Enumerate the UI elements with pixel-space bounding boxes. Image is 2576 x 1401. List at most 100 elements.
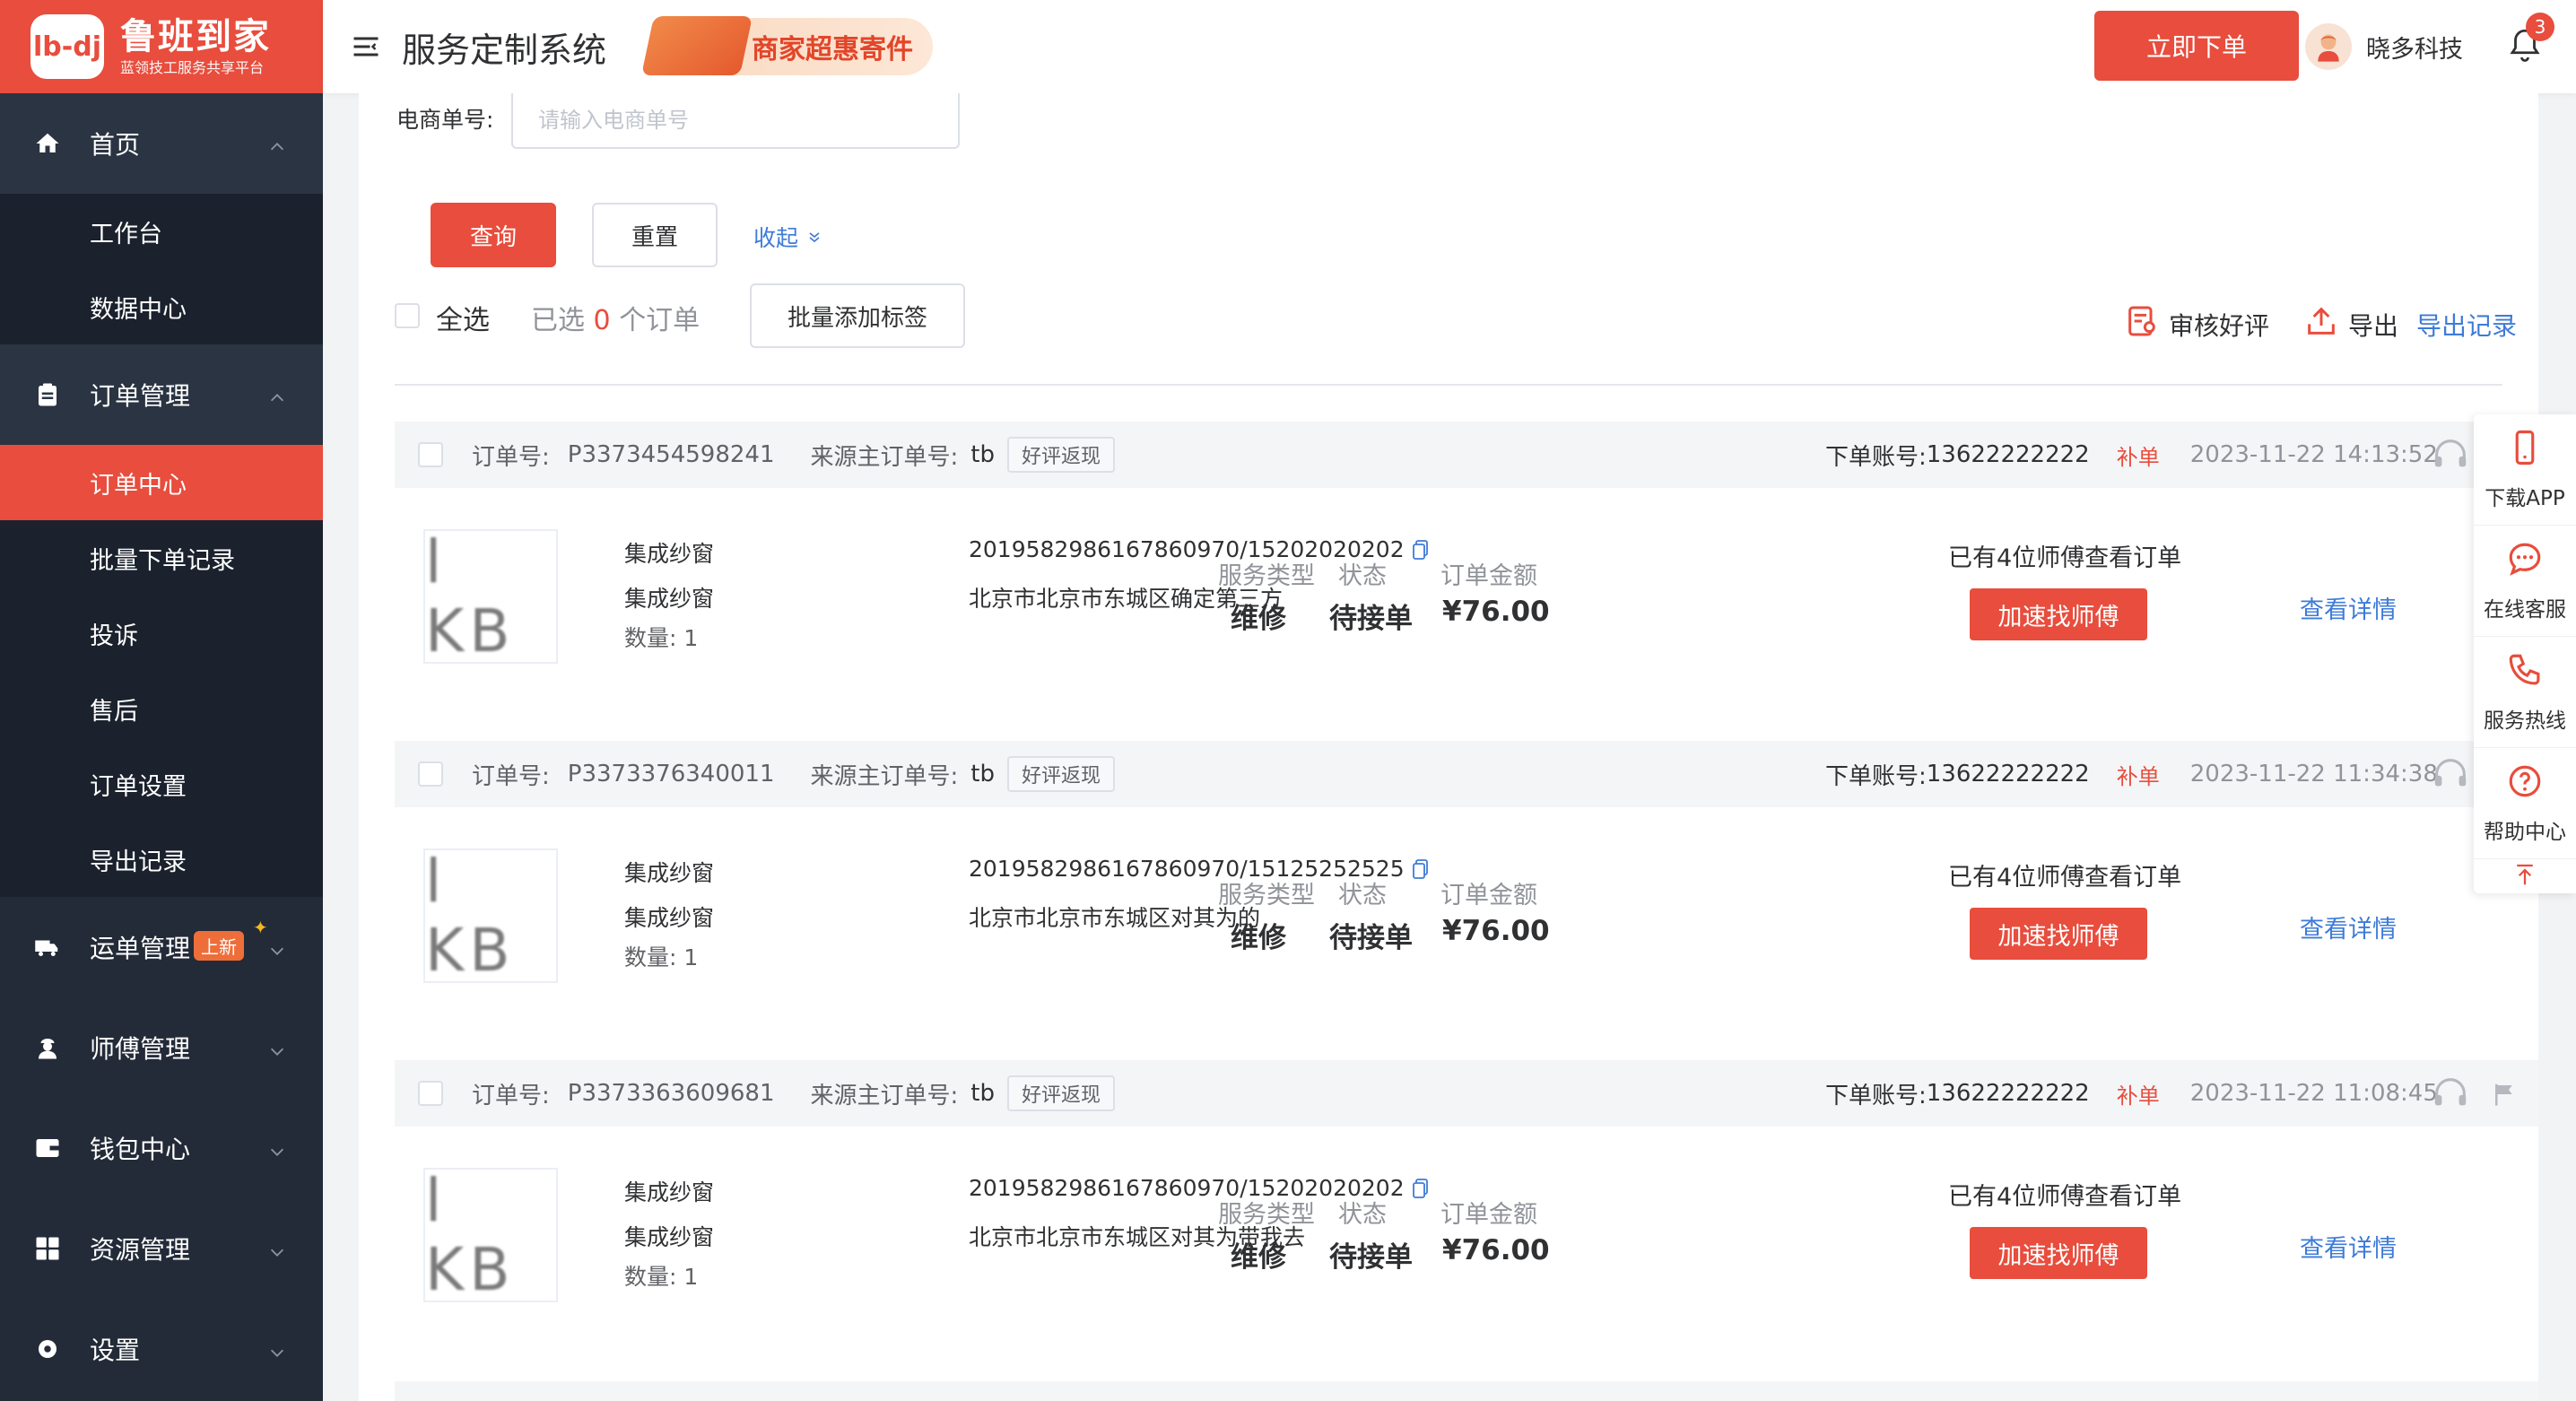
product-thumbnail[interactable]: l KB: [423, 848, 558, 983]
selected-suffix: 个订单: [619, 305, 701, 336]
menu-icon[interactable]: [350, 30, 382, 63]
brand-logo[interactable]: lb-dj 鲁班到家 蓝领技工服务共享平台: [0, 0, 323, 93]
copy-icon[interactable]: [1412, 858, 1430, 880]
headset-icon[interactable]: [2428, 1073, 2473, 1114]
order-tag: 好评返现: [1006, 1075, 1115, 1111]
help-icon: [2506, 762, 2544, 805]
arrow-up-icon: [2511, 861, 2538, 892]
order-body: l KB 集成纱窗 集成纱窗 数量: 1 2019582986167860970…: [395, 488, 2538, 741]
clipboard-icon: [34, 381, 61, 408]
order-body: l KB 集成纱窗 集成纱窗 数量: 1 2019582986167860970…: [395, 1127, 2538, 1379]
export-records-link[interactable]: 导出记录: [2416, 307, 2517, 343]
user-name: 晓多科技: [2366, 35, 2463, 64]
masters-viewed-note: 已有4位师傅查看订单: [1948, 544, 2182, 572]
export-button[interactable]: 导出 导出记录: [2303, 303, 2517, 345]
copy-icon[interactable]: [1412, 1178, 1430, 1199]
batch-add-tag-button[interactable]: 批量添加标签: [750, 283, 965, 348]
sidebar-group-waybill[interactable]: 运单管理 上新 ✦: [0, 897, 323, 997]
amount-label: 订单金额: [1440, 1201, 1537, 1229]
order-amount: ¥76.00: [1442, 915, 1550, 947]
collapse-link[interactable]: 收起: [753, 221, 823, 253]
speed-up-button[interactable]: 加速找师傅: [1970, 908, 2147, 960]
account-value: 13622222222: [1926, 761, 2090, 788]
audit-review-button[interactable]: 审核好评: [2124, 303, 2269, 345]
sidebar-item-export-records[interactable]: 导出记录: [0, 822, 323, 897]
copy-icon[interactable]: [1412, 539, 1430, 561]
sidebar-item-order-settings[interactable]: 订单设置: [0, 746, 323, 822]
worker-icon: [34, 1034, 61, 1061]
source-order-label: 来源主订单号:: [810, 1082, 959, 1109]
order-checkbox[interactable]: [418, 1081, 443, 1106]
sidebar-item-order-center[interactable]: 订单中心: [0, 445, 323, 520]
source-platform: tb: [970, 761, 995, 788]
order-card: 订单号: P3373454598241 来源主订单号: tb 好评返现 下单账号…: [395, 422, 2538, 741]
source-platform: tb: [970, 441, 995, 468]
ecom-no-label: 电商单号:: [396, 107, 494, 133]
headset-icon[interactable]: [2428, 753, 2473, 795]
account-label: 下单账号:: [1825, 1082, 1927, 1109]
order-checkbox[interactable]: [418, 761, 443, 787]
select-all-checkbox[interactable]: [395, 303, 420, 328]
help-center-button[interactable]: 帮助中心: [2474, 748, 2576, 859]
order-card: 订单号: P3373363609681 来源主订单号: tb 好评返现 下单账号…: [395, 1060, 2538, 1379]
order-checkbox[interactable]: [418, 442, 443, 467]
query-button[interactable]: 查询: [431, 203, 556, 267]
sidebar-group-wallet[interactable]: 钱包中心: [0, 1098, 323, 1198]
sidebar-group-home[interactable]: 首页: [0, 93, 323, 194]
selected-summary: 已选 0 个订单: [531, 298, 700, 337]
hotline-button[interactable]: 服务热线: [2474, 637, 2576, 748]
sidebar-item-after-sales[interactable]: 售后: [0, 671, 323, 746]
new-badge: 上新: [194, 930, 245, 961]
sidebar-item-batch-orders[interactable]: 批量下单记录: [0, 520, 323, 596]
order-body: l KB 集成纱窗 集成纱窗 数量: 1 2019582986167860970…: [395, 807, 2538, 1060]
view-detail-link[interactable]: 查看详情: [2300, 1229, 2397, 1264]
product-thumbnail[interactable]: l KB: [423, 1168, 558, 1302]
user-menu[interactable]: 晓多科技: [2305, 18, 2463, 75]
product-thumbnail[interactable]: l KB: [423, 529, 558, 664]
speed-up-button[interactable]: 加速找师傅: [1970, 1227, 2147, 1279]
view-detail-link[interactable]: 查看详情: [2300, 590, 2397, 625]
bell-icon[interactable]: 3: [2506, 13, 2554, 65]
order-header: 订单号: P3373363609681 来源主订单号: tb 好评返现 下单账号…: [395, 1060, 2538, 1127]
system-title: 服务定制系统: [402, 30, 607, 70]
order-now-button[interactable]: 立即下单: [2094, 11, 2299, 81]
flag-icon[interactable]: [2491, 1080, 2518, 1109]
main-panel: 电商单号: 查询 重置 收起 全选 已选 0 个订单 批量添加标签 审核好评 导…: [359, 93, 2538, 1401]
online-cs-button[interactable]: 在线客服: [2474, 526, 2576, 637]
sidebar-item-data-center[interactable]: 数据中心: [0, 269, 323, 344]
next-order-header: [395, 1381, 2538, 1401]
speed-up-button[interactable]: 加速找师傅: [1970, 588, 2147, 640]
collapse-label: 收起: [753, 225, 799, 251]
sidebar-item-workbench[interactable]: 工作台: [0, 194, 323, 269]
amount-label: 订单金额: [1440, 882, 1537, 909]
account-label: 下单账号:: [1825, 762, 1927, 790]
ecom-no-input[interactable]: [511, 93, 960, 149]
order-time: 2023-11-22 14:13:52: [2189, 441, 2438, 468]
download-app-label: 下载APP: [2485, 486, 2565, 510]
chevron-down-icon: [267, 1339, 287, 1359]
headset-icon[interactable]: [2428, 434, 2473, 475]
service-type-label: 服务类型: [1218, 882, 1315, 909]
thumbnail-text: l KB: [425, 848, 516, 983]
download-app-button[interactable]: 下载APP: [2474, 414, 2576, 526]
order-tag: 好评返现: [1006, 756, 1115, 792]
home-icon: [34, 130, 61, 157]
sidebar-group-orders[interactable]: 订单管理: [0, 344, 323, 445]
product-spec: 集成纱窗: [624, 1224, 715, 1250]
product-name: 集成纱窗: [624, 860, 715, 886]
sidebar-item-complaints[interactable]: 投诉: [0, 596, 323, 671]
sidebar-group-label: 资源管理: [90, 1235, 191, 1265]
call-icon: [2506, 651, 2544, 694]
reset-button[interactable]: 重置: [592, 203, 718, 267]
service-type: 维修: [1231, 1241, 1286, 1274]
promo-banner[interactable]: 商家超惠寄件: [641, 16, 934, 75]
sidebar-group-settings[interactable]: 设置: [0, 1299, 323, 1399]
sidebar-group-resources[interactable]: 资源管理: [0, 1198, 323, 1299]
back-to-top-button[interactable]: [2474, 859, 2576, 893]
view-detail-link[interactable]: 查看详情: [2300, 909, 2397, 944]
notification-count: 3: [2526, 13, 2554, 41]
order-status: 待接单: [1329, 922, 1413, 954]
sidebar-group-masters[interactable]: 师傅管理: [0, 997, 323, 1098]
hotline-label: 服务热线: [2484, 709, 2566, 733]
order-amount: ¥76.00: [1442, 1234, 1550, 1266]
